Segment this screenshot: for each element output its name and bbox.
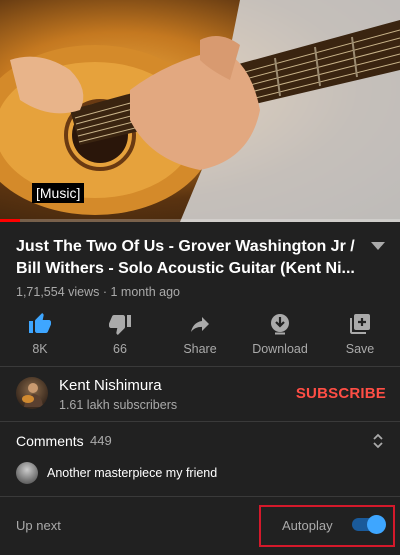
- subscribe-button[interactable]: SUBSCRIBE: [296, 385, 386, 402]
- top-comment: Another masterpiece my friend: [47, 466, 218, 480]
- autoplay-toggle[interactable]: [352, 515, 386, 534]
- thumbs-up-icon: [29, 313, 51, 333]
- share-label: Share: [183, 342, 217, 356]
- save-button[interactable]: Save: [320, 310, 400, 366]
- chevron-down-icon[interactable]: [370, 240, 386, 252]
- like-count: 8K: [32, 342, 48, 356]
- autoplay-label: Autoplay: [282, 518, 333, 533]
- action-bar: 8K 66 Share Download Save: [0, 310, 400, 366]
- divider: [0, 366, 400, 367]
- like-button[interactable]: 8K: [0, 310, 80, 366]
- divider: [0, 421, 400, 422]
- channel-avatar-image: [22, 383, 43, 407]
- progress-bar[interactable]: [0, 219, 400, 222]
- divider: [0, 496, 400, 497]
- download-button[interactable]: Download: [240, 310, 320, 366]
- save-icon: [350, 314, 370, 334]
- closed-caption: [Music]: [32, 183, 85, 203]
- channel-avatar[interactable]: [16, 377, 48, 409]
- toggle-knob: [367, 515, 386, 534]
- comments-count: 449: [90, 433, 112, 448]
- progress-fill: [0, 219, 20, 222]
- thumbs-down-icon: [109, 315, 131, 335]
- video-meta: 1,71,554 views · 1 month ago: [16, 285, 180, 299]
- up-next-label: Up next: [16, 518, 61, 533]
- download-label: Download: [252, 342, 308, 356]
- download-icon: [271, 314, 289, 335]
- share-icon: [191, 317, 209, 332]
- comments-title: Comments: [16, 433, 84, 449]
- commenter-avatar: [16, 462, 38, 484]
- subscriber-count: 1.61 lakh subscribers: [59, 398, 178, 412]
- dislike-button[interactable]: 66: [80, 310, 160, 366]
- expand-collapse-icon[interactable]: [371, 433, 385, 449]
- channel-name[interactable]: Kent Nishimura: [59, 377, 162, 394]
- share-button[interactable]: Share: [160, 310, 240, 366]
- save-label: Save: [345, 342, 375, 356]
- video-player[interactable]: [Music]: [0, 0, 400, 222]
- video-title[interactable]: Just The Two Of Us - Grover Washington J…: [16, 236, 356, 280]
- dislike-count: 66: [113, 342, 127, 356]
